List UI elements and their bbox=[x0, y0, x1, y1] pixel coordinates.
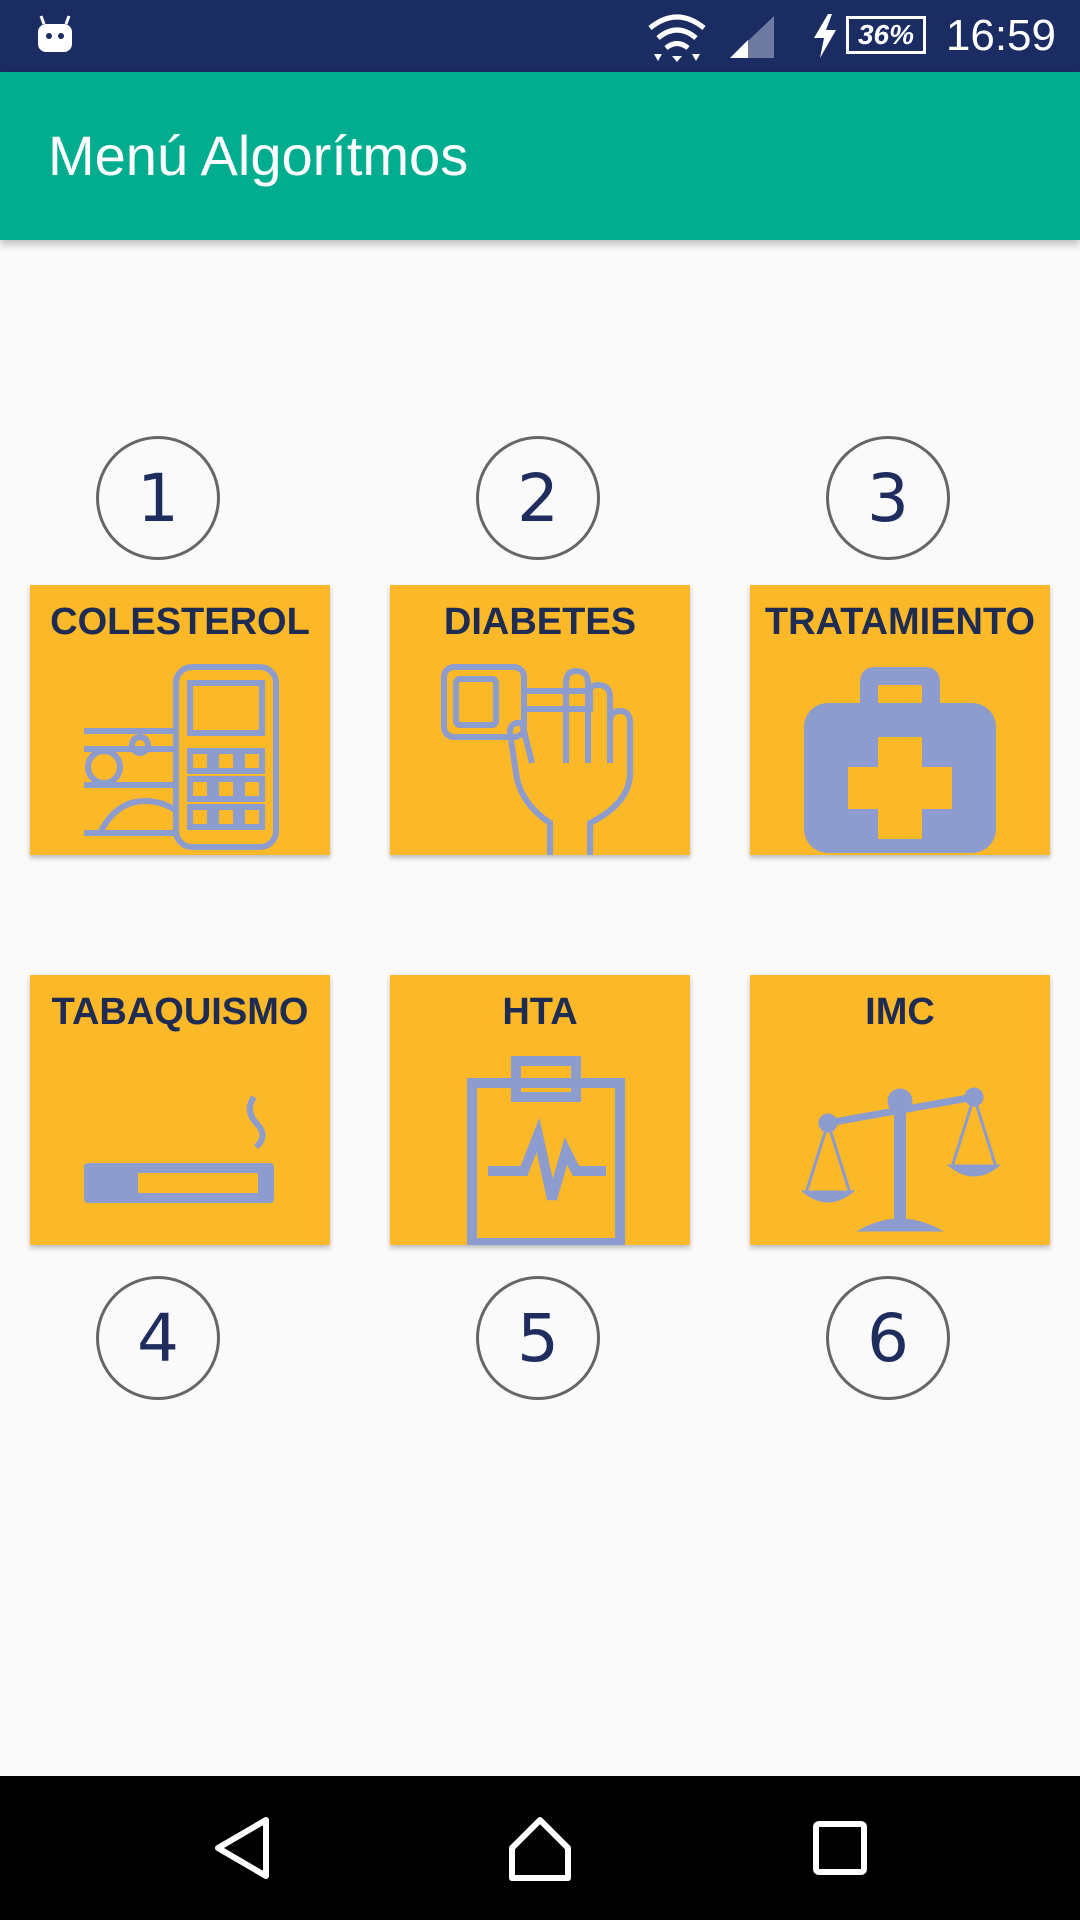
number-badge-1: 1 bbox=[96, 436, 220, 560]
tile-label: COLESTEROL bbox=[50, 601, 310, 643]
tile-label: TRATAMIENTO bbox=[764, 601, 1036, 643]
tile-diabetes[interactable]: DIABETES bbox=[390, 585, 690, 855]
tile-colesterol[interactable]: COLESTEROL bbox=[30, 585, 330, 855]
cigarette-icon bbox=[84, 1095, 274, 1203]
number-badge-3: 3 bbox=[826, 436, 950, 560]
number-badge-6: 6 bbox=[826, 1276, 950, 1400]
app-toolbar: Menú Algorítmos bbox=[0, 72, 1080, 240]
android-icon bbox=[38, 15, 72, 52]
tile-label: TABAQUISMO bbox=[51, 991, 309, 1033]
tile-label: IMC bbox=[865, 991, 935, 1033]
scale-icon bbox=[800, 1087, 1000, 1232]
recents-icon[interactable] bbox=[804, 1812, 876, 1884]
tile-label: DIABETES bbox=[443, 601, 637, 643]
tile-imc[interactable]: IMC bbox=[750, 975, 1050, 1245]
number-badge-4: 4 bbox=[96, 1276, 220, 1400]
glucometer-hand-icon bbox=[441, 664, 633, 855]
medical-kit-icon bbox=[804, 667, 996, 853]
charging-icon bbox=[814, 14, 836, 58]
number-badge-5: 5 bbox=[476, 1276, 600, 1400]
navigation-bar bbox=[0, 1776, 1080, 1920]
status-time: 16:59 bbox=[945, 11, 1056, 60]
clipboard-heartbeat-icon bbox=[467, 1056, 625, 1245]
tile-tabaquismo[interactable]: TABAQUISMO bbox=[30, 975, 330, 1245]
page-title: Menú Algorítmos bbox=[48, 124, 469, 187]
tile-tratamiento[interactable]: TRATAMIENTO bbox=[750, 585, 1050, 855]
battery-icon: 36% bbox=[846, 16, 926, 54]
signal-icon bbox=[730, 16, 774, 58]
number-badge-2: 2 bbox=[476, 436, 600, 560]
battery-level: 36% bbox=[857, 19, 915, 50]
status-bar: 36% 16:59 bbox=[0, 0, 1080, 72]
tile-label: HTA bbox=[502, 991, 578, 1033]
home-icon[interactable] bbox=[504, 1812, 576, 1884]
tile-hta[interactable]: HTA bbox=[390, 975, 690, 1245]
wifi-icon bbox=[648, 14, 706, 62]
back-icon[interactable] bbox=[206, 1812, 278, 1884]
cholesterol-meter-icon bbox=[84, 664, 279, 850]
